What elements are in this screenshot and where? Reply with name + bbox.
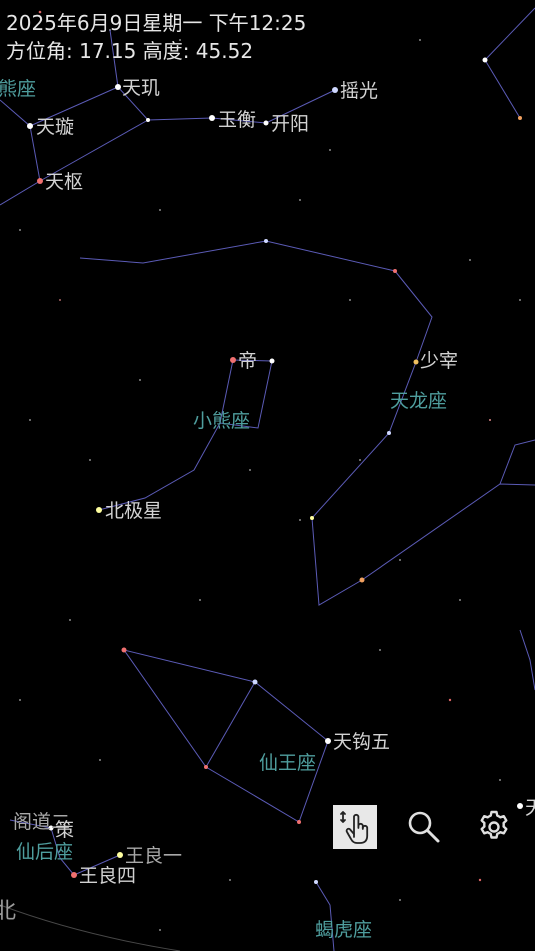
position-readout: 方位角: 17.15 高度: 45.52 bbox=[6, 39, 254, 63]
star-label-edge-bei: 北 bbox=[0, 899, 16, 924]
gesture-mode-button[interactable] bbox=[333, 805, 377, 849]
star-label-wangliangyi: 王良一 bbox=[125, 845, 182, 867]
star-label-ce: 策 bbox=[55, 819, 74, 841]
star-label-polaris: 北极星 bbox=[105, 500, 162, 522]
search-icon bbox=[408, 811, 440, 843]
star-label-edge-tian: 天 bbox=[525, 797, 535, 819]
settings-button[interactable] bbox=[472, 805, 516, 849]
star-label-yuheng: 玉衡 bbox=[218, 109, 256, 131]
star-label-tiangouwu: 天钩五 bbox=[333, 731, 390, 753]
background-stars bbox=[19, 10, 521, 931]
gear-icon bbox=[480, 810, 508, 839]
star-label-tianxuan: 天璇 bbox=[36, 116, 74, 138]
constellation-label-draco: 天龙座 bbox=[390, 390, 447, 412]
star-label-di: 帝 bbox=[238, 350, 257, 372]
star-label-shaozai: 少宰 bbox=[420, 350, 458, 372]
star-label-tianshu: 天枢 bbox=[45, 171, 83, 193]
constellation-label-cassiopeia: 仙后座 bbox=[16, 841, 73, 863]
constellation-lines bbox=[0, 7, 535, 951]
sky-map[interactable]: 熊座 小熊座 天龙座 仙王座 仙后座 蝎虎座 天玑 天璇 天枢 玉衡 开阳 摇光… bbox=[0, 0, 535, 951]
constellation-label-ursa-minor: 小熊座 bbox=[193, 410, 250, 432]
search-button[interactable] bbox=[402, 805, 446, 849]
datetime-readout: 2025年6月9日星期一 下午12:25 bbox=[6, 11, 307, 35]
hand-pointer-icon bbox=[340, 811, 369, 844]
star-label-tianji: 天玑 bbox=[122, 77, 160, 99]
star-label-yaoguang: 摇光 bbox=[340, 80, 378, 102]
constellation-label-cepheus: 仙王座 bbox=[259, 752, 316, 774]
constellation-label-ursa-major: 熊座 bbox=[0, 78, 36, 100]
star-label-kaiyang: 开阳 bbox=[271, 113, 309, 135]
constellation-label-lacerta: 蝎虎座 bbox=[315, 919, 372, 941]
star-label-wangliangsi: 王良四 bbox=[79, 865, 136, 887]
